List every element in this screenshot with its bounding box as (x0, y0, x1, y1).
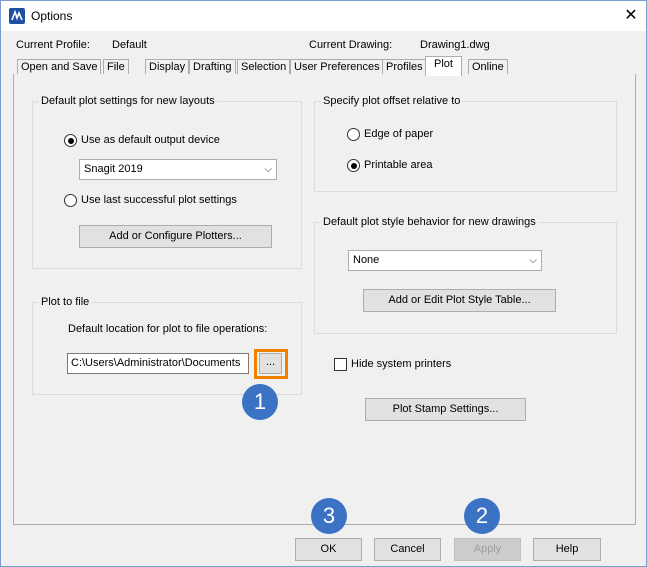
plot-file-location-label: Default location for plot to file operat… (68, 323, 268, 335)
use-last-plot-label: Use last successful plot settings (81, 194, 237, 206)
tab-selection[interactable]: Selection (237, 59, 291, 75)
edge-of-paper-radio[interactable] (347, 128, 360, 141)
ok-button[interactable]: OK (295, 538, 362, 561)
plot-file-path-input[interactable]: C:\Users\Administrator\Documents (67, 353, 249, 374)
tab-profiles[interactable]: Profiles (382, 59, 427, 75)
default-plot-settings-label: Default plot settings for new layouts (39, 95, 217, 107)
cancel-button[interactable]: Cancel (374, 538, 441, 561)
tab-drafting[interactable]: Drafting (189, 59, 236, 75)
hide-system-printers-label: Hide system printers (351, 358, 452, 370)
current-profile-value: Default (112, 39, 147, 51)
app-icon (9, 8, 25, 24)
tab-display[interactable]: Display (145, 59, 190, 75)
edge-of-paper-label: Edge of paper (364, 128, 434, 140)
add-configure-plotters-button[interactable]: Add or Configure Plotters... (79, 225, 272, 248)
browse-button[interactable]: ... (259, 353, 282, 374)
current-drawing-value: Drawing1.dwg (420, 39, 490, 51)
plot-offset-group: Specify plot offset relative to (314, 95, 617, 192)
plot-style-select[interactable]: None ⌵ (348, 250, 542, 271)
output-device-select[interactable]: Snagit 2019 ⌵ (79, 159, 277, 180)
options-dialog: Options ✕ Current Profile: Default Curre… (0, 0, 647, 567)
use-default-output-label: Use as default output device (81, 134, 220, 146)
current-drawing-label: Current Drawing: (309, 39, 393, 51)
add-edit-plot-style-button[interactable]: Add or Edit Plot Style Table... (363, 289, 556, 312)
close-icon[interactable]: ✕ (618, 3, 644, 29)
plot-to-file-label: Plot to file (39, 296, 92, 308)
apply-button[interactable]: Apply (454, 538, 521, 561)
tab-user-preferences[interactable]: User Preferences (290, 59, 384, 75)
use-default-output-radio[interactable] (64, 134, 77, 147)
plot-style-group: Default plot style behavior for new draw… (314, 216, 617, 334)
callout-badge-3: 3 (311, 498, 347, 534)
chevron-down-icon: ⌵ (529, 255, 537, 266)
tab-plot[interactable]: Plot (425, 56, 462, 76)
printable-area-label: Printable area (364, 159, 433, 171)
use-last-plot-radio[interactable] (64, 194, 77, 207)
plot-style-label: Default plot style behavior for new draw… (321, 216, 538, 228)
output-device-value: Snagit 2019 (84, 163, 143, 175)
plot-style-value: None (353, 254, 380, 266)
chevron-down-icon: ⌵ (264, 164, 272, 175)
plot-stamp-settings-button[interactable]: Plot Stamp Settings... (365, 398, 526, 421)
plot-offset-label: Specify plot offset relative to (321, 95, 463, 107)
window-title: Options (31, 9, 73, 23)
hide-system-printers-checkbox[interactable] (334, 358, 347, 371)
tab-online[interactable]: Online (468, 59, 508, 75)
printable-area-radio[interactable] (347, 159, 360, 172)
help-button[interactable]: Help (533, 538, 601, 561)
tab-open-and-save[interactable]: Open and Save (17, 59, 102, 75)
title-bar: Options ✕ (1, 1, 646, 31)
callout-badge-1: 1 (242, 384, 278, 420)
current-profile-label: Current Profile: (16, 39, 90, 51)
tab-file[interactable]: File (103, 59, 129, 75)
callout-badge-2: 2 (464, 498, 500, 534)
